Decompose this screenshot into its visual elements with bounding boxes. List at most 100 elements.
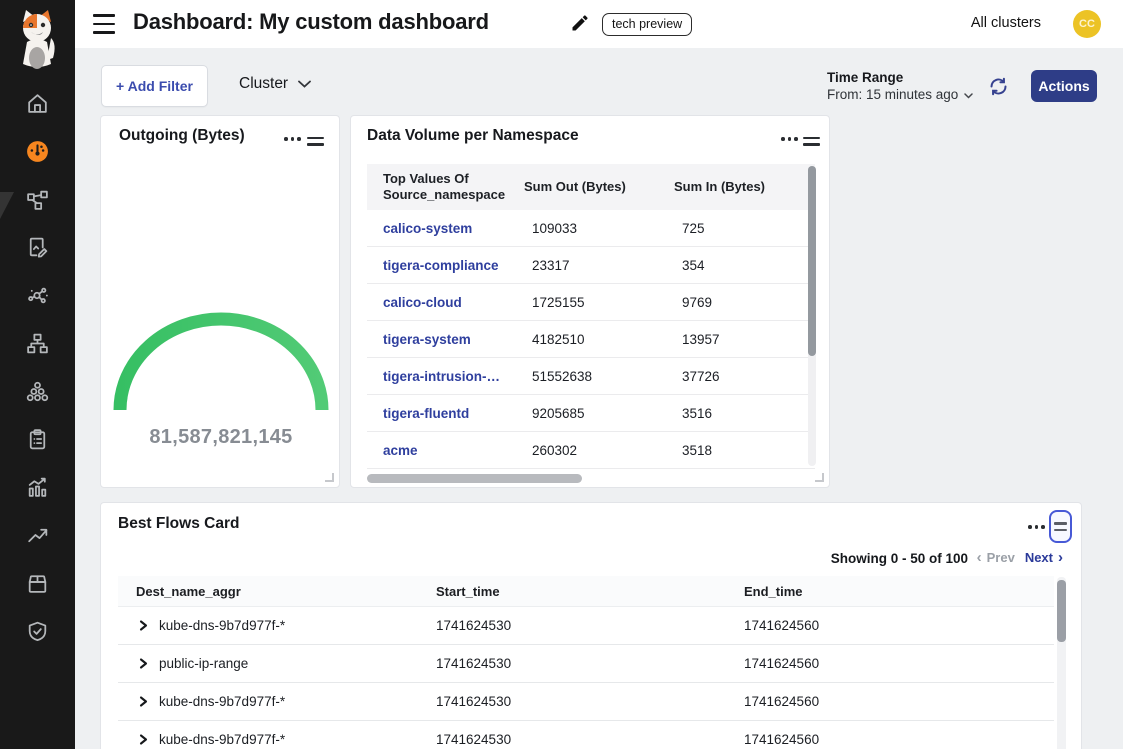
- time-range-value[interactable]: From: 15 minutes ago: [827, 87, 973, 102]
- column-header: End_time: [744, 584, 1054, 599]
- card-drag-handle-icon[interactable]: [803, 133, 820, 150]
- namespace-link[interactable]: calico-system: [367, 221, 508, 236]
- expand-chevron-icon[interactable]: [138, 733, 149, 746]
- dest-name-cell: kube-dns-9b7d977f-*: [118, 694, 436, 709]
- dest-name-cell: public-ip-range: [118, 656, 436, 671]
- cluster-scope-selector[interactable]: All clusters: [971, 15, 1041, 31]
- table-row: kube-dns-9b7d977f-* 17416245301741624560: [118, 683, 1054, 721]
- top-header: Dashboard: My custom dashboard tech prev…: [75, 0, 1123, 48]
- end-time-cell: 1741624560: [744, 656, 1054, 671]
- table-row: tigera-system418251013957: [367, 321, 815, 358]
- vertical-scrollbar[interactable]: [808, 166, 816, 356]
- best-flows-card: Best Flows Card Showing 0 - 50 of 100 ‹ …: [100, 502, 1082, 749]
- expand-chevron-icon[interactable]: [138, 695, 149, 708]
- calico-cat-logo[interactable]: [13, 8, 61, 72]
- hamburger-menu-icon[interactable]: [93, 14, 115, 34]
- card-drag-handle-focused[interactable]: [1049, 510, 1072, 543]
- gauge-value: 81,587,821,145: [101, 426, 341, 449]
- data-volume-card: Data Volume per Namespace Top Values Of …: [350, 115, 830, 488]
- dashboard-gauge-icon: [25, 139, 50, 169]
- shield-check-icon: [25, 619, 50, 649]
- start-time-cell: 1741624530: [436, 656, 744, 671]
- table-row: kube-dns-9b7d977f-*17416245301741624560: [118, 607, 1054, 645]
- end-time-cell: 1741624560: [744, 694, 1054, 709]
- card-menu-icon[interactable]: [1026, 521, 1047, 533]
- sum-out-cell: 109033: [508, 221, 658, 236]
- network-nodes-icon: [25, 283, 50, 313]
- chevron-right-icon: ›: [1058, 550, 1063, 565]
- sum-out-cell: 1725155: [508, 295, 658, 310]
- actions-button[interactable]: Actions: [1031, 70, 1097, 102]
- card-drag-handle-icon[interactable]: [307, 133, 324, 150]
- card-menu-icon[interactable]: [779, 133, 800, 145]
- sidebar: [0, 0, 75, 749]
- cluster-dropdown[interactable]: Cluster: [239, 75, 311, 93]
- best-flows-table-body: kube-dns-9b7d977f-*17416245301741624560p…: [118, 607, 1054, 749]
- package-box-icon: [25, 571, 50, 601]
- avatar[interactable]: CC: [1073, 10, 1101, 38]
- sidebar-item-workloads[interactable]: [0, 566, 75, 606]
- next-page-button[interactable]: Next ›: [1025, 550, 1063, 565]
- stats-chart-icon: [25, 475, 50, 505]
- column-header: Sum In (Bytes): [658, 179, 815, 195]
- table-row: acme2603023518: [367, 432, 815, 469]
- sum-out-cell: 9205685: [508, 406, 658, 421]
- sidebar-item-managed-clusters[interactable]: [0, 326, 75, 366]
- namespace-link[interactable]: acme: [367, 443, 508, 458]
- dest-name-text: kube-dns-9b7d977f-*: [159, 732, 285, 747]
- dest-name-cell: kube-dns-9b7d977f-*: [118, 618, 436, 633]
- column-header: Top Values Of Source_namespace: [367, 171, 508, 202]
- sum-in-cell: 3516: [658, 406, 815, 421]
- sidebar-item-flow-logs[interactable]: [0, 230, 75, 270]
- edit-pencil-icon[interactable]: [570, 13, 590, 33]
- expand-chevron-icon[interactable]: [138, 619, 149, 632]
- sidebar-item-policies[interactable]: [0, 422, 75, 462]
- refresh-icon[interactable]: [988, 76, 1009, 97]
- chevron-left-icon: ‹: [977, 550, 982, 565]
- start-time-cell: 1741624530: [436, 694, 744, 709]
- sum-in-cell: 9769: [658, 295, 815, 310]
- tech-preview-badge: tech preview: [602, 13, 692, 36]
- flow-logs-icon: [25, 235, 50, 265]
- pagination-summary: Showing 0 - 50 of 100: [831, 551, 968, 566]
- sum-in-cell: 725: [658, 221, 815, 236]
- vertical-scrollbar[interactable]: [1057, 580, 1066, 642]
- best-flows-table: Dest_name_aggr Start_time End_time kube-…: [118, 576, 1054, 749]
- sidebar-item-threat-feeds[interactable]: [0, 518, 75, 558]
- sidebar-item-network-sets[interactable]: [0, 278, 75, 318]
- sidebar-item-home[interactable]: [0, 86, 75, 126]
- column-header: Dest_name_aggr: [118, 584, 436, 599]
- namespace-link[interactable]: tigera-intrusion-d…: [367, 369, 508, 384]
- expand-chevron-icon[interactable]: [138, 657, 149, 670]
- namespace-link[interactable]: tigera-fluentd: [367, 406, 508, 421]
- card-resize-handle[interactable]: [815, 473, 824, 482]
- add-filter-button[interactable]: + Add Filter: [101, 65, 208, 107]
- outgoing-bytes-card: Outgoing (Bytes) 81,587,821,145: [100, 115, 340, 488]
- sidebar-item-service-graph[interactable]: [0, 182, 75, 222]
- sum-out-cell: 23317: [508, 258, 658, 273]
- sidebar-item-reports[interactable]: [0, 470, 75, 510]
- home-icon: [25, 91, 50, 121]
- start-time-cell: 1741624530: [436, 732, 744, 747]
- namespace-link[interactable]: calico-cloud: [367, 295, 508, 310]
- cluster-dropdown-label: Cluster: [239, 75, 288, 93]
- table-row: tigera-intrusion-d…5155263837726: [367, 358, 815, 395]
- dest-name-text: kube-dns-9b7d977f-*: [159, 618, 285, 633]
- card-menu-icon[interactable]: [282, 133, 303, 145]
- dest-name-text: kube-dns-9b7d977f-*: [159, 694, 285, 709]
- sum-out-cell: 4182510: [508, 332, 658, 347]
- card-title: Best Flows Card: [118, 515, 239, 533]
- card-resize-handle[interactable]: [325, 473, 334, 482]
- sidebar-item-dashboards[interactable]: [0, 134, 75, 174]
- column-header: Start_time: [436, 584, 744, 599]
- sidebar-item-namespaces[interactable]: [0, 374, 75, 414]
- namespace-link[interactable]: tigera-system: [367, 332, 508, 347]
- sidebar-item-security[interactable]: [0, 614, 75, 654]
- table-row: public-ip-range17416245301741624560: [118, 645, 1054, 683]
- prev-page-button[interactable]: ‹ Prev: [977, 550, 1015, 565]
- namespace-link[interactable]: tigera-compliance: [367, 258, 508, 273]
- card-title: Data Volume per Namespace: [367, 127, 579, 145]
- horizontal-scrollbar[interactable]: [367, 474, 582, 483]
- card-title: Outgoing (Bytes): [119, 127, 245, 145]
- clipboard-policies-icon: [25, 427, 50, 457]
